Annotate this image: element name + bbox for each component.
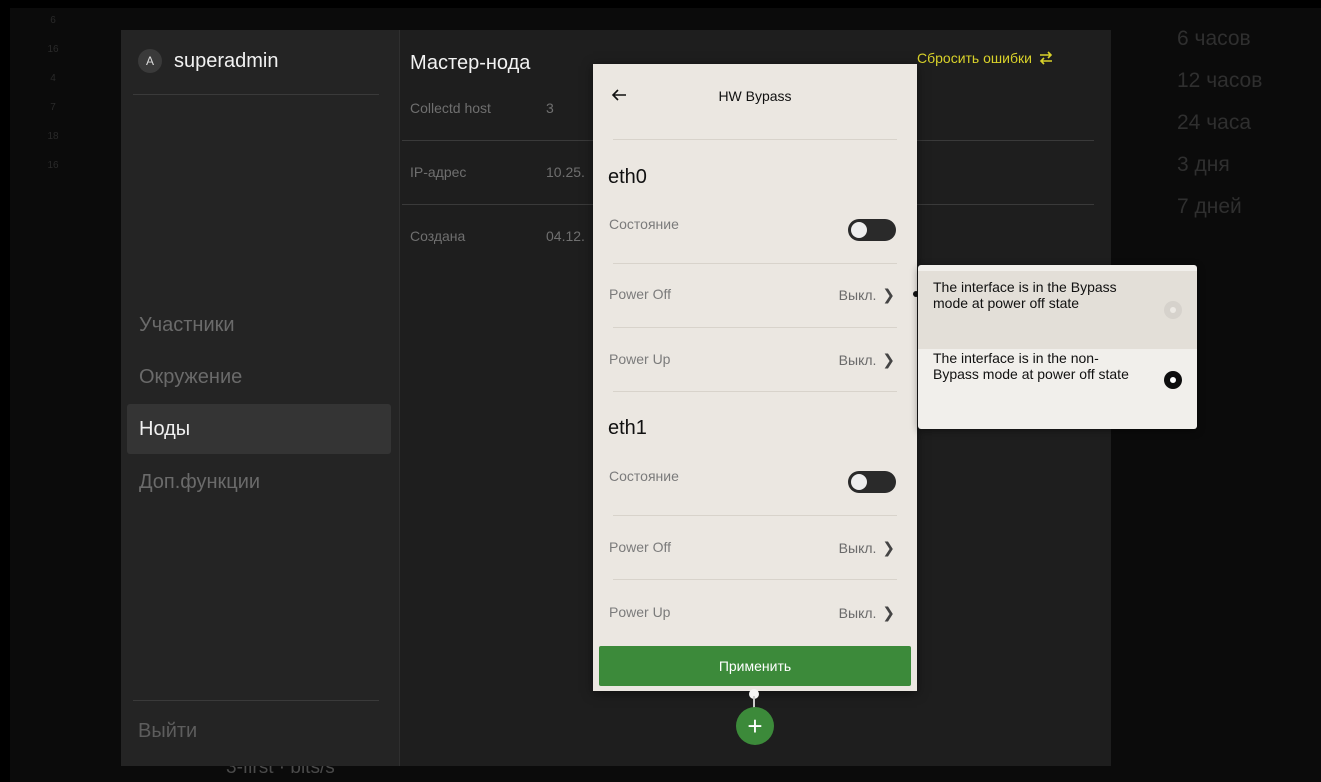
popup-option-bypass[interactable]: The interface is in the Bypass mode at p… xyxy=(918,271,1197,349)
panel-title: HW Bypass xyxy=(718,88,792,104)
divider xyxy=(613,515,897,516)
sidebar-item-environment[interactable]: Окружение xyxy=(127,352,391,402)
radio-selected[interactable] xyxy=(1164,371,1182,389)
panel-header: HW Bypass xyxy=(593,64,917,134)
power-off-value: Выкл. xyxy=(838,287,877,303)
bg-number: 7 xyxy=(50,102,56,113)
power-up-value: Выкл. xyxy=(838,352,877,368)
bg-number: 16 xyxy=(47,160,59,171)
bg-number: 6 xyxy=(50,15,56,26)
divider xyxy=(613,327,897,328)
time-range-option: 12 часов xyxy=(1177,69,1263,92)
time-range-option: 3 дня xyxy=(1177,153,1230,176)
info-label: IP-адрес xyxy=(410,164,467,180)
logout-button[interactable]: Выйти xyxy=(138,720,197,743)
username: superadmin xyxy=(174,49,279,72)
sidebar-item-extra-functions[interactable]: Доп.функции xyxy=(127,457,391,507)
sidebar-item-participants[interactable]: Участники xyxy=(127,300,391,350)
bg-number: 4 xyxy=(50,73,56,84)
background-left-numbers: 6 16 4 7 18 16 xyxy=(38,14,68,188)
add-button[interactable]: + xyxy=(736,707,774,745)
chevron-right-icon: ❯ xyxy=(882,352,895,369)
divider xyxy=(613,139,897,140)
radio-unselected[interactable] xyxy=(1164,301,1182,319)
bg-number: 18 xyxy=(47,131,59,142)
info-label: Collectd host xyxy=(410,100,491,116)
info-value: 04.12. xyxy=(546,228,585,244)
divider xyxy=(133,94,379,95)
swap-icon xyxy=(1039,51,1053,65)
info-row-collectd-host: Collectd host 3 xyxy=(410,100,554,116)
info-value: 3 xyxy=(546,100,554,116)
divider xyxy=(133,700,379,701)
option-text: The interface is in the non-Bypass mode … xyxy=(933,350,1129,382)
plus-icon: + xyxy=(747,711,763,741)
power-off-label: Power Off xyxy=(609,286,671,302)
divider xyxy=(613,263,897,264)
info-row-ip-address: IP-адрес 10.25. xyxy=(410,164,585,180)
option-text: The interface is in the Bypass mode at p… xyxy=(933,279,1117,311)
bg-number: 16 xyxy=(47,44,59,55)
chevron-right-icon: ❯ xyxy=(882,287,895,304)
sidebar-item-nodes[interactable]: Ноды xyxy=(127,404,391,454)
state-toggle-eth1[interactable] xyxy=(848,471,896,493)
state-label: Состояние xyxy=(609,468,679,484)
power-off-value: Выкл. xyxy=(838,540,877,556)
reset-errors-button[interactable]: Сбросить ошибки xyxy=(917,50,1054,66)
chevron-right-icon: ❯ xyxy=(882,605,895,622)
power-up-label: Power Up xyxy=(609,604,671,620)
divider xyxy=(613,391,897,392)
time-range-option: 6 часов xyxy=(1177,27,1251,50)
popup-option-non-bypass[interactable]: The interface is in the non-Bypass mode … xyxy=(918,349,1197,425)
apply-button[interactable]: Применить xyxy=(599,646,911,686)
info-value: 10.25. xyxy=(546,164,585,180)
background-time-range-list: 6 часов 12 часов 24 часа 3 дня 7 дней xyxy=(1177,24,1262,234)
power-off-label: Power Off xyxy=(609,539,671,555)
power-up-select-eth0[interactable]: Выкл. ❯ xyxy=(839,351,895,369)
time-range-option: 24 часа xyxy=(1177,111,1251,134)
reset-errors-label: Сбросить ошибки xyxy=(917,50,1032,66)
divider xyxy=(613,579,897,580)
toggle-knob xyxy=(851,474,867,490)
state-label: Состояние xyxy=(609,216,679,232)
sidebar: A superadmin Участники Окружение Ноды До… xyxy=(121,30,400,766)
page-title: Мастер-нода xyxy=(410,52,531,74)
avatar: A xyxy=(138,49,162,73)
power-off-options-popup: The interface is in the Bypass mode at p… xyxy=(918,265,1197,429)
info-label: Создана xyxy=(410,228,466,244)
power-off-select-eth1[interactable]: Выкл. ❯ xyxy=(839,539,895,557)
power-up-label: Power Up xyxy=(609,351,671,367)
user-profile[interactable]: A superadmin xyxy=(138,49,279,73)
power-up-select-eth1[interactable]: Выкл. ❯ xyxy=(839,604,895,622)
interface-name-eth1: eth1 xyxy=(608,417,647,439)
info-row-created: Создана 04.12. xyxy=(410,228,585,244)
chevron-right-icon: ❯ xyxy=(882,540,895,557)
power-off-select-eth0[interactable]: Выкл. ❯ xyxy=(839,286,895,304)
state-toggle-eth0[interactable] xyxy=(848,219,896,241)
time-range-option: 7 дней xyxy=(1177,195,1242,218)
hw-bypass-panel: HW Bypass eth0 Состояние Power Off Выкл.… xyxy=(593,64,917,691)
interface-name-eth0: eth0 xyxy=(608,166,647,188)
toggle-knob xyxy=(851,222,867,238)
power-up-value: Выкл. xyxy=(838,605,877,621)
